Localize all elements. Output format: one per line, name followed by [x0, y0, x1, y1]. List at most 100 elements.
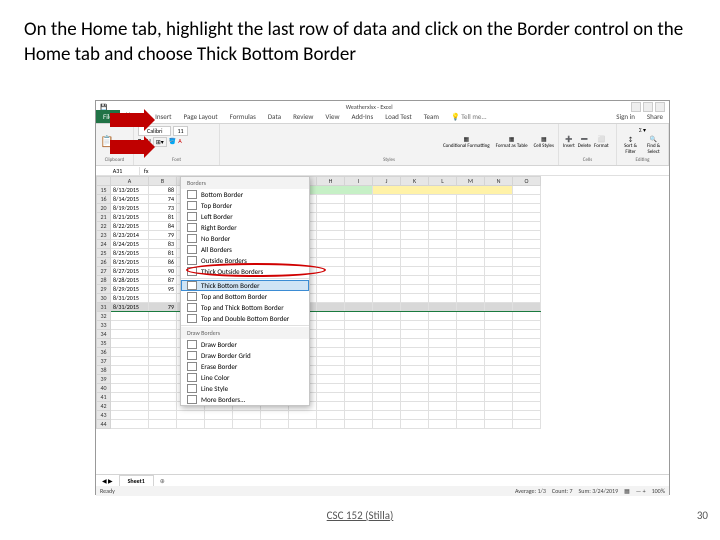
- row-header[interactable]: 42: [97, 402, 111, 411]
- sign-in[interactable]: Sign in: [610, 110, 641, 123]
- tab-page-layout[interactable]: Page Layout: [178, 110, 224, 123]
- row-header[interactable]: 28: [97, 276, 111, 285]
- cell[interactable]: 88: [149, 186, 177, 195]
- cond-format-icon[interactable]: ▦: [443, 135, 490, 143]
- menu-item[interactable]: Top and Double Bottom Border: [181, 313, 309, 324]
- row-header[interactable]: 21: [97, 213, 111, 222]
- cell[interactable]: 8/24/2015: [111, 240, 149, 249]
- cell[interactable]: 81: [149, 213, 177, 222]
- sort-filter-icon[interactable]: ↕: [621, 135, 640, 143]
- col-header[interactable]: B: [149, 177, 177, 186]
- menu-item[interactable]: Bottom Border: [181, 189, 309, 200]
- row-header[interactable]: 33: [97, 321, 111, 330]
- menu-item[interactable]: Line Color: [181, 372, 309, 383]
- cell[interactable]: 95: [149, 285, 177, 294]
- find-select-icon[interactable]: 🔍: [643, 135, 664, 143]
- view-normal-icon[interactable]: ▦: [624, 487, 630, 495]
- cell[interactable]: 79: [149, 231, 177, 240]
- menu-item[interactable]: Erase Border: [181, 361, 309, 372]
- menu-item[interactable]: Thick Outside Borders: [181, 266, 309, 277]
- new-sheet-icon[interactable]: ⊕: [154, 476, 171, 486]
- row-header[interactable]: 40: [97, 384, 111, 393]
- share-button[interactable]: Share: [641, 110, 669, 123]
- tell-me[interactable]: 💡 Tell me...: [445, 110, 493, 123]
- cell[interactable]: 87: [149, 276, 177, 285]
- col-header[interactable]: I: [345, 177, 373, 186]
- row-header[interactable]: 38: [97, 366, 111, 375]
- format-table-icon[interactable]: ▦: [496, 135, 528, 143]
- col-header[interactable]: N: [485, 177, 513, 186]
- tab-load-test[interactable]: Load Test: [379, 110, 418, 123]
- col-header[interactable]: K: [401, 177, 429, 186]
- cell[interactable]: 8/21/2015: [111, 213, 149, 222]
- insert-cells-icon[interactable]: ➕: [563, 135, 575, 143]
- font-size-select[interactable]: 11: [173, 126, 187, 136]
- cell[interactable]: 8/13/2015: [111, 186, 149, 195]
- fx-icon[interactable]: fx: [140, 167, 152, 175]
- row-header[interactable]: 43: [97, 411, 111, 420]
- tab-addins[interactable]: Add-Ins: [345, 110, 379, 123]
- row-header[interactable]: 16: [97, 195, 111, 204]
- cell[interactable]: 90: [149, 267, 177, 276]
- font-color-icon[interactable]: A: [178, 137, 181, 147]
- row-header[interactable]: 24: [97, 240, 111, 249]
- cell[interactable]: 84: [149, 222, 177, 231]
- col-header[interactable]: H: [317, 177, 345, 186]
- row-header[interactable]: 26: [97, 258, 111, 267]
- cell[interactable]: 86: [149, 258, 177, 267]
- spreadsheet-grid[interactable]: A B C D E F G H I J K L M N O 158/13/201…: [96, 176, 541, 429]
- cell[interactable]: 8/28/2015: [111, 276, 149, 285]
- row-header[interactable]: 39: [97, 375, 111, 384]
- cell[interactable]: 8/31/2015: [111, 294, 149, 303]
- cell[interactable]: 74: [149, 195, 177, 204]
- row-header[interactable]: 23: [97, 231, 111, 240]
- menu-item[interactable]: Top and Bottom Border: [181, 291, 309, 302]
- cell[interactable]: 79: [149, 303, 177, 312]
- cell[interactable]: [373, 186, 513, 195]
- name-box[interactable]: A31: [96, 167, 140, 175]
- row-header[interactable]: 15: [97, 186, 111, 195]
- cell[interactable]: 8/25/2015: [111, 249, 149, 258]
- format-cells-icon[interactable]: ⬜: [594, 135, 609, 143]
- col-header[interactable]: A: [111, 177, 149, 186]
- row-header[interactable]: 27: [97, 267, 111, 276]
- row-header[interactable]: 31: [97, 303, 111, 312]
- col-header[interactable]: J: [373, 177, 401, 186]
- col-header[interactable]: L: [429, 177, 457, 186]
- row-header[interactable]: 34: [97, 330, 111, 339]
- row-header[interactable]: 44: [97, 420, 111, 429]
- cell[interactable]: 81: [149, 249, 177, 258]
- tab-view[interactable]: View: [319, 110, 345, 123]
- cell[interactable]: 8/22/2015: [111, 222, 149, 231]
- row-header[interactable]: 30: [97, 294, 111, 303]
- menu-item[interactable]: Line Style: [181, 383, 309, 394]
- row-header[interactable]: 22: [97, 222, 111, 231]
- menu-item[interactable]: Top Border: [181, 200, 309, 211]
- tab-data[interactable]: Data: [262, 110, 287, 123]
- col-header[interactable]: M: [457, 177, 485, 186]
- menu-item[interactable]: Draw Border Grid: [181, 350, 309, 361]
- cell[interactable]: 8/25/2015: [111, 258, 149, 267]
- tab-team[interactable]: Team: [418, 110, 445, 123]
- menu-item[interactable]: Outside Borders: [181, 255, 309, 266]
- cell[interactable]: 8/29/2015: [111, 285, 149, 294]
- cell[interactable]: 8/27/2015: [111, 267, 149, 276]
- menu-item[interactable]: More Borders...: [181, 394, 309, 405]
- cell[interactable]: 73: [149, 204, 177, 213]
- row-header[interactable]: 20: [97, 204, 111, 213]
- row-header[interactable]: 32: [97, 312, 111, 321]
- row-header[interactable]: 37: [97, 357, 111, 366]
- tab-formulas[interactable]: Formulas: [224, 110, 262, 123]
- cell[interactable]: 8/31/2015: [111, 303, 149, 312]
- cell[interactable]: [149, 294, 177, 303]
- col-header[interactable]: O: [513, 177, 541, 186]
- menu-item[interactable]: Draw Border: [181, 339, 309, 350]
- row-header[interactable]: 36: [97, 348, 111, 357]
- menu-thick-bottom-border[interactable]: Thick Bottom Border: [181, 280, 309, 291]
- row-header[interactable]: 29: [97, 285, 111, 294]
- row-header[interactable]: 41: [97, 393, 111, 402]
- cell-styles-icon[interactable]: ▦: [534, 135, 554, 143]
- select-all-corner[interactable]: [97, 177, 111, 186]
- fill-color-icon[interactable]: 🪣: [169, 137, 176, 147]
- cell[interactable]: 8/23/2014: [111, 231, 149, 240]
